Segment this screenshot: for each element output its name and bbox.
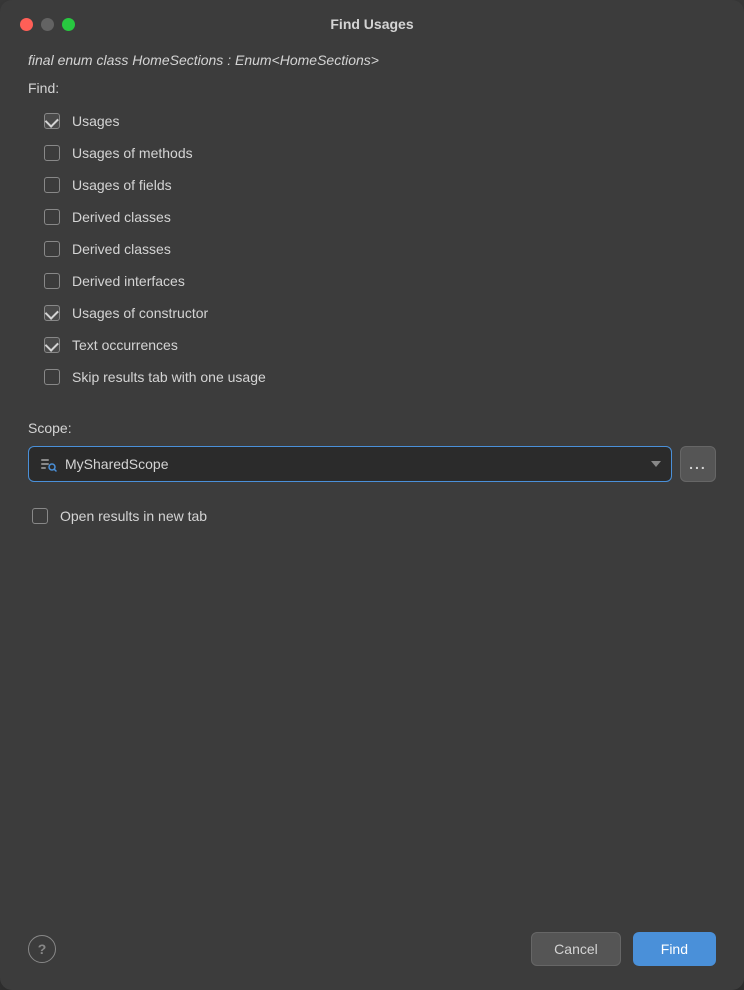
minimize-button[interactable] <box>41 18 54 31</box>
checkbox-usages-box[interactable] <box>44 113 60 129</box>
find-button[interactable]: Find <box>633 932 716 966</box>
checkbox-open-new-tab[interactable]: Open results in new tab <box>28 502 716 530</box>
scope-icon <box>39 455 57 473</box>
checkbox-derived-classes-1-box[interactable] <box>44 209 60 225</box>
checkbox-derived-interfaces-label: Derived interfaces <box>72 273 185 289</box>
help-label: ? <box>38 941 47 957</box>
checkbox-text-occurrences-box[interactable] <box>44 337 60 353</box>
find-section-label: Find: <box>28 80 716 96</box>
checkbox-derived-interfaces[interactable]: Derived interfaces <box>40 266 716 296</box>
dialog-title: Find Usages <box>330 16 413 32</box>
footer-right: Cancel Find <box>531 932 716 966</box>
checkbox-open-new-tab-box[interactable] <box>32 508 48 524</box>
checkbox-usages-of-constructor[interactable]: Usages of constructor <box>40 298 716 328</box>
checkbox-open-new-tab-label: Open results in new tab <box>60 508 207 524</box>
checkbox-usages-of-methods-label: Usages of methods <box>72 145 193 161</box>
title-bar: Find Usages <box>0 0 744 44</box>
maximize-button[interactable] <box>62 18 75 31</box>
scope-value: MySharedScope <box>65 456 643 472</box>
checkbox-usages-of-fields-label: Usages of fields <box>72 177 172 193</box>
checkbox-derived-interfaces-box[interactable] <box>44 273 60 289</box>
scope-section: Scope: MySharedScope ... <box>28 420 716 482</box>
cancel-button[interactable]: Cancel <box>531 932 621 966</box>
window-controls <box>20 18 75 31</box>
help-button[interactable]: ? <box>28 935 56 963</box>
checkbox-derived-classes-1-label: Derived classes <box>72 209 171 225</box>
checkbox-usages-of-fields-box[interactable] <box>44 177 60 193</box>
checkbox-derived-classes-2-label: Derived classes <box>72 241 171 257</box>
chevron-down-icon <box>651 461 661 467</box>
scope-dropdown[interactable]: MySharedScope <box>28 446 672 482</box>
dialog-footer: ? Cancel Find <box>0 916 744 990</box>
checkbox-usages-label: Usages <box>72 113 119 129</box>
checkbox-text-occurrences[interactable]: Text occurrences <box>40 330 716 360</box>
dialog-content: final enum class HomeSections : Enum<Hom… <box>0 44 744 916</box>
checkbox-skip-results-tab-label: Skip results tab with one usage <box>72 369 266 385</box>
checkboxes-list: Usages Usages of methods Usages of field… <box>40 106 716 392</box>
scope-label: Scope: <box>28 420 716 436</box>
class-signature: final enum class HomeSections : Enum<Hom… <box>28 52 716 68</box>
scope-more-label: ... <box>689 456 707 472</box>
checkbox-derived-classes-2-box[interactable] <box>44 241 60 257</box>
checkbox-skip-results-tab[interactable]: Skip results tab with one usage <box>40 362 716 392</box>
checkbox-usages[interactable]: Usages <box>40 106 716 136</box>
checkbox-usages-of-constructor-box[interactable] <box>44 305 60 321</box>
checkbox-usages-of-fields[interactable]: Usages of fields <box>40 170 716 200</box>
scope-more-button[interactable]: ... <box>680 446 716 482</box>
find-usages-dialog: Find Usages final enum class HomeSection… <box>0 0 744 990</box>
checkbox-usages-of-constructor-label: Usages of constructor <box>72 305 208 321</box>
checkbox-derived-classes-1[interactable]: Derived classes <box>40 202 716 232</box>
checkbox-usages-of-methods[interactable]: Usages of methods <box>40 138 716 168</box>
checkbox-skip-results-tab-box[interactable] <box>44 369 60 385</box>
checkbox-text-occurrences-label: Text occurrences <box>72 337 178 353</box>
checkbox-usages-of-methods-box[interactable] <box>44 145 60 161</box>
scope-row: MySharedScope ... <box>28 446 716 482</box>
close-button[interactable] <box>20 18 33 31</box>
checkbox-derived-classes-2[interactable]: Derived classes <box>40 234 716 264</box>
